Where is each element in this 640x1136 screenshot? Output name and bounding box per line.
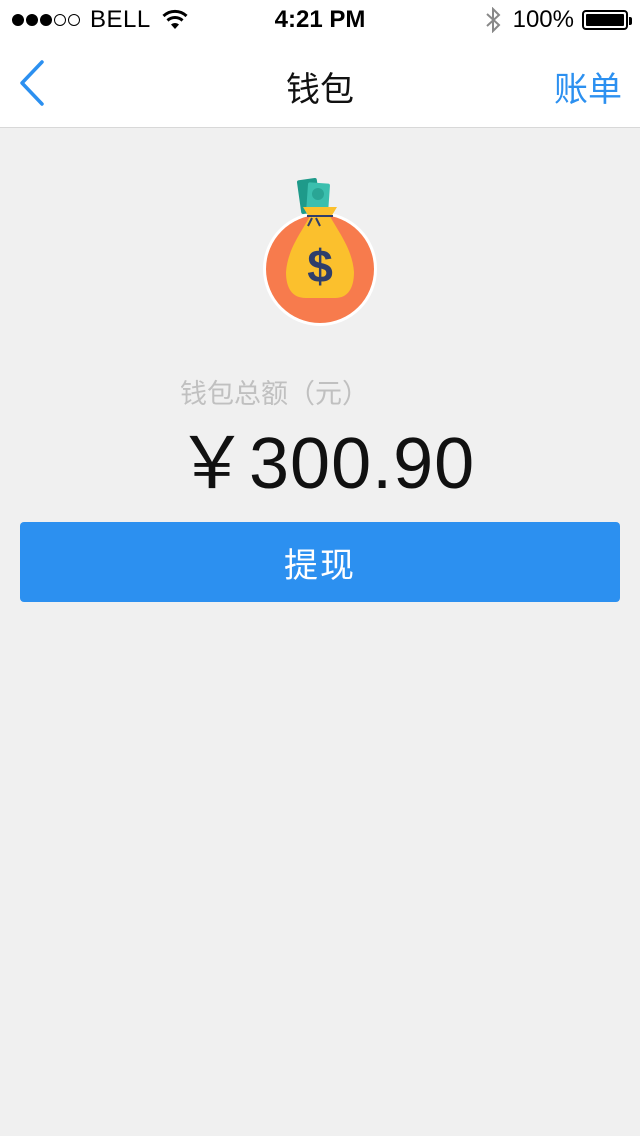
bluetooth-icon xyxy=(485,7,501,33)
withdraw-button[interactable]: 提现 xyxy=(20,522,620,602)
bill-button[interactable]: 账单 xyxy=(554,62,622,111)
status-right: 100% xyxy=(485,6,632,34)
svg-text:$: $ xyxy=(307,240,333,292)
balance-amount: ￥300.90 xyxy=(176,424,476,504)
status-bar: BELL 4:21 PM 100% xyxy=(0,0,640,40)
money-bag-icon: $ xyxy=(263,178,377,326)
navigation-bar: 钱包 账单 xyxy=(0,40,640,128)
page-title: 钱包 xyxy=(286,71,354,109)
battery-icon xyxy=(582,10,632,30)
battery-percent: 100% xyxy=(512,6,574,33)
